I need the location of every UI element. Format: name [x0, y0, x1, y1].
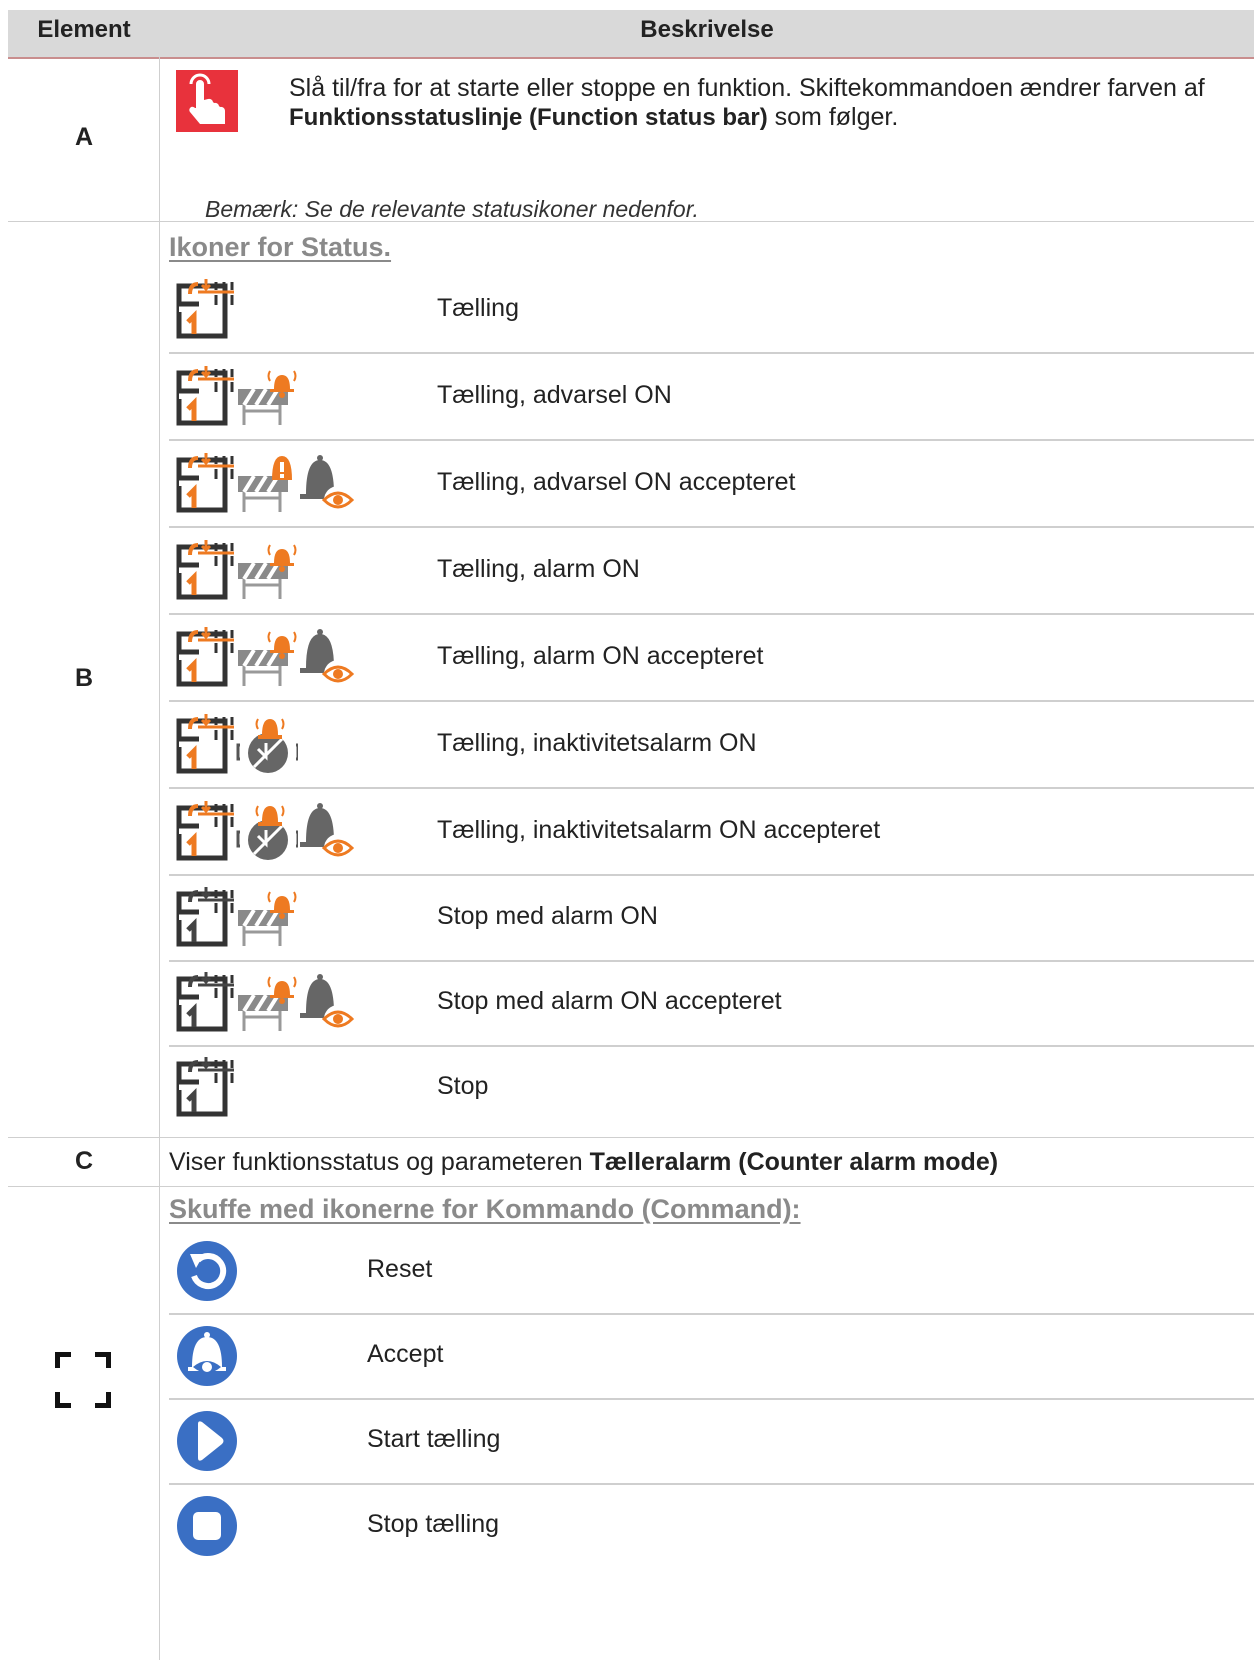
barrier-warning-icon [236, 452, 298, 514]
reset-icon [176, 1240, 238, 1302]
barrier-bell-icon [236, 539, 298, 601]
counter-icon [176, 539, 238, 601]
row-a-text-bold: Funktionsstatuslinje (Function status ba… [289, 104, 768, 131]
row-a-text-2: som følger. [774, 103, 899, 131]
command-label: Stop tælling [367, 1510, 500, 1538]
row-a-text-1: Slå til/fra for at starte eller stoppe e… [289, 74, 1205, 102]
counter-icon [176, 365, 238, 427]
bell-eye-icon [296, 971, 358, 1033]
status-label: Stop med alarm ON accepteret [437, 987, 782, 1015]
accept-bell-icon [176, 1325, 238, 1387]
command-row-divider [169, 1483, 1254, 1485]
status-row-divider [169, 960, 1254, 962]
status-row-divider [169, 787, 1254, 789]
row-c-text-bold: Tælleralarm (Counter alarm mode) [589, 1148, 999, 1176]
barrier-bell-icon [236, 365, 298, 427]
barrier-bell-icon [236, 971, 298, 1033]
row-divider [8, 221, 1254, 222]
barrier-bell-icon [236, 886, 298, 948]
row-a-note: Bemærk: Se de relevante statusikoner ned… [205, 196, 699, 222]
status-row-divider [169, 352, 1254, 354]
row-a-letter: A [74, 123, 94, 151]
counter-icon [176, 626, 238, 688]
header-description: Beskrivelse [640, 16, 774, 43]
status-label: Tælling, alarm ON accepteret [437, 642, 764, 670]
command-label: Accept [367, 1340, 444, 1368]
bell-eye-icon [296, 626, 358, 688]
counter-icon [176, 713, 238, 775]
header-element: Element [37, 16, 131, 43]
touch-toggle-icon [176, 70, 238, 132]
status-label: Stop med alarm ON [437, 902, 658, 930]
counter-stopped-icon [176, 886, 238, 948]
status-label: Tælling, inaktivitetsalarm ON accepteret [437, 816, 881, 844]
expand-corners-icon [55, 1352, 111, 1408]
status-label: Tælling, advarsel ON [437, 381, 672, 409]
status-row-divider [169, 439, 1254, 441]
status-row-divider [169, 874, 1254, 876]
counter-icon [176, 278, 238, 340]
status-row-divider [169, 1045, 1254, 1047]
status-row-divider [169, 700, 1254, 702]
command-label: Reset [367, 1255, 433, 1283]
row-c-letter: C [74, 1147, 94, 1175]
row-c-text-1: Viser funktionsstatus og parameteren [169, 1148, 583, 1176]
status-row-divider [169, 613, 1254, 615]
status-label: Tælling, alarm ON [437, 555, 640, 583]
barrier-bell-icon [236, 626, 298, 688]
stop-icon [176, 1495, 238, 1557]
inactivity-alarm-icon [236, 713, 298, 775]
counter-stopped-icon [176, 971, 238, 1033]
status-label: Tælling, advarsel ON accepteret [437, 468, 796, 496]
status-row-divider [169, 526, 1254, 528]
row-divider [8, 1137, 1254, 1138]
play-icon [176, 1410, 238, 1472]
bell-eye-icon [296, 800, 358, 862]
status-label: Stop [437, 1072, 489, 1100]
bell-eye-icon [296, 452, 358, 514]
row-b-letter: B [74, 664, 94, 692]
row-divider [8, 1186, 1254, 1187]
status-icons-title: Ikoner for Status. [169, 232, 392, 262]
column-divider [159, 57, 160, 1660]
row-a-description: Slå til/fra for at starte eller stoppe e… [289, 74, 1219, 132]
counter-stopped-icon [176, 1056, 238, 1118]
counter-icon [176, 800, 238, 862]
table-header: Element Beskrivelse [8, 10, 1254, 59]
status-label: Tælling [437, 294, 519, 322]
command-icons-title: Skuffe med ikonerne for Kommando (Comman… [169, 1194, 801, 1224]
command-row-divider [169, 1313, 1254, 1315]
counter-icon [176, 452, 238, 514]
command-row-divider [169, 1398, 1254, 1400]
inactivity-alarm-icon [236, 800, 298, 862]
status-label: Tælling, inaktivitetsalarm ON [437, 729, 757, 757]
row-c-description: Viser funktionsstatus og parameteren Tæl… [169, 1148, 1249, 1177]
command-label: Start tælling [367, 1425, 501, 1453]
